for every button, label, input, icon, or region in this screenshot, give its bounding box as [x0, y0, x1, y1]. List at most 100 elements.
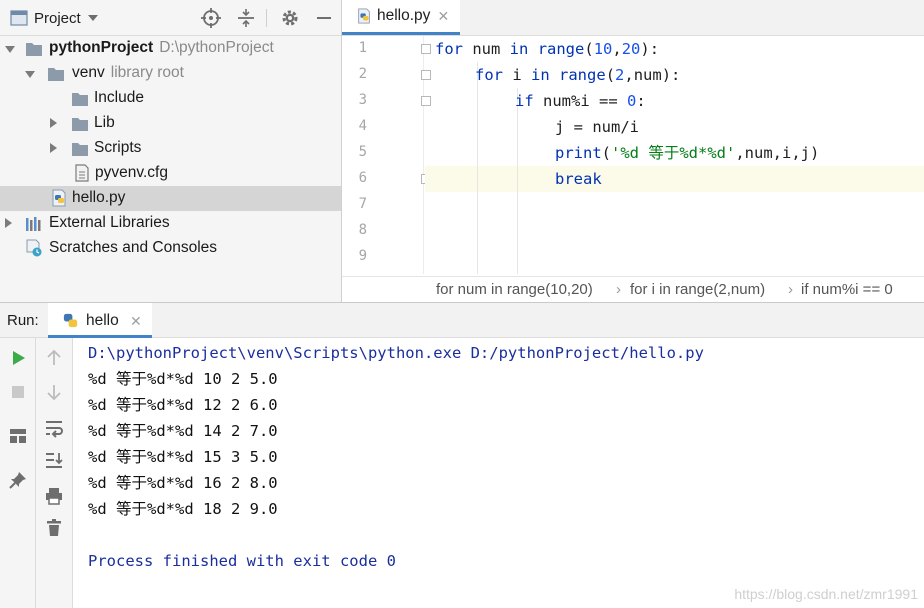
tree-item-scratches[interactable]: Scratches and Consoles: [0, 236, 341, 261]
breadcrumb-item[interactable]: for num in range(10,20): [436, 281, 593, 298]
scratches-icon: [26, 239, 42, 257]
keyword: for: [475, 66, 503, 84]
number-literal: 20: [621, 40, 641, 58]
line-number: 5: [358, 144, 367, 160]
line-number: 7: [358, 196, 367, 212]
tree-item-include[interactable]: Include: [0, 86, 341, 111]
console-line: %d 等于%d*%d 14 2 7.0: [88, 422, 278, 440]
code-line-2: for i in range(2,num):: [475, 62, 924, 88]
folder-icon: [48, 68, 64, 81]
indent-guide: [517, 88, 518, 274]
line-number: 3: [358, 92, 367, 108]
breadcrumb-item[interactable]: for i in range(2,num): [630, 281, 765, 298]
line-number: 4: [358, 118, 367, 134]
code-text: (: [605, 66, 616, 84]
toolbar-divider: [266, 9, 267, 27]
minimize-icon[interactable]: [314, 8, 334, 28]
tree-item-label: venv: [72, 64, 105, 81]
folder-icon: [72, 143, 88, 156]
keyword: in: [531, 66, 550, 84]
chevron-down-icon[interactable]: [4, 43, 16, 55]
run-tab-hello[interactable]: hello ✕: [48, 303, 152, 338]
keyword: if: [515, 92, 534, 110]
project-panel: Project pythonProject D:\pythonProject v…: [0, 0, 342, 302]
indent-guide: [477, 62, 478, 274]
dropdown-arrow-icon[interactable]: [87, 14, 99, 22]
gear-icon[interactable]: [280, 8, 300, 28]
code-text: (: [584, 40, 594, 58]
tree-item-lib[interactable]: Lib: [0, 111, 341, 136]
scroll-to-end-icon[interactable]: [44, 450, 64, 470]
keyword: for: [435, 40, 463, 58]
tab-hello-py[interactable]: hello.py ✕: [342, 0, 460, 35]
tree-item-hello-py[interactable]: hello.py: [0, 186, 341, 211]
code-text: ,num):: [624, 66, 681, 84]
tree-item-external-libraries[interactable]: External Libraries: [0, 211, 341, 236]
tree-item-scripts[interactable]: Scripts: [0, 136, 341, 161]
print-icon[interactable]: [44, 486, 64, 506]
breadcrumb-separator: ›: [616, 281, 621, 298]
config-file-icon: [75, 164, 89, 182]
keyword: in: [509, 40, 529, 58]
chevron-right-icon[interactable]: [47, 117, 59, 129]
code-line-3: if num%i == 0:: [515, 88, 924, 114]
builtin: range: [559, 66, 606, 84]
tree-item-label: Scripts: [94, 139, 142, 156]
code-line-4: j = num/i: [555, 114, 924, 140]
console-line: %d 等于%d*%d 12 2 6.0: [88, 396, 278, 414]
chevron-down-icon[interactable]: [24, 68, 36, 80]
code-text: ,: [612, 40, 622, 58]
keyword: break: [555, 170, 602, 188]
run-label: Run:: [7, 312, 39, 329]
soft-wrap-icon[interactable]: [44, 418, 64, 438]
console-line: %d 等于%d*%d 16 2 8.0: [88, 474, 278, 492]
layout-icon[interactable]: [8, 426, 28, 446]
tree-item-hint: library root: [110, 64, 184, 81]
code-line-1: for num in range(10,20):: [435, 36, 924, 62]
stop-icon[interactable]: [8, 382, 28, 402]
tree-item-pythonproject[interactable]: pythonProject D:\pythonProject: [0, 36, 341, 61]
line-number: 9: [358, 248, 367, 264]
tree-item-label: hello.py: [72, 189, 126, 206]
chevron-right-icon[interactable]: [47, 142, 59, 154]
tree-item-label: External Libraries: [49, 214, 170, 231]
console-line: %d 等于%d*%d 15 3 5.0: [88, 448, 278, 466]
code-area[interactable]: for num in range(10,20): for i in range(…: [425, 36, 924, 274]
console-line: %d 等于%d*%d 18 2 9.0: [88, 500, 278, 518]
run-header: Run: hello ✕: [0, 303, 924, 338]
builtin: print: [555, 144, 602, 162]
tree-item-pyvenv-cfg[interactable]: pyvenv.cfg: [0, 161, 341, 186]
code-text: num%i ==: [533, 92, 627, 110]
libraries-icon: [26, 217, 41, 231]
trash-icon[interactable]: [44, 518, 64, 538]
code-text: (: [601, 144, 612, 162]
python-file-icon: [52, 189, 66, 207]
tree-item-label: Include: [94, 89, 144, 106]
close-icon[interactable]: ✕: [437, 8, 449, 25]
run-icon[interactable]: [8, 348, 28, 368]
code-line-5: print('%d 等于%d*%d',num,i,j): [555, 140, 924, 166]
project-panel-title: Project: [34, 9, 81, 27]
console-output[interactable]: D:\pythonProject\venv\Scripts\python.exe…: [74, 338, 924, 608]
builtin: range: [537, 40, 585, 58]
down-arrow-icon[interactable]: [44, 382, 64, 402]
chevron-right-icon[interactable]: [2, 217, 14, 229]
tree-item-venv[interactable]: venv library root: [0, 61, 341, 86]
breadcrumb-item[interactable]: if num%i == 0: [801, 281, 893, 298]
locate-icon[interactable]: [201, 8, 221, 28]
run-tab-label: hello: [86, 312, 119, 329]
line-number: 8: [358, 222, 367, 238]
up-arrow-icon[interactable]: [44, 348, 64, 368]
collapse-icon[interactable]: [236, 8, 256, 28]
project-view-selector[interactable]: Project: [10, 8, 99, 28]
pin-icon[interactable]: [8, 470, 28, 490]
close-icon[interactable]: ✕: [130, 313, 142, 330]
folder-icon: [72, 93, 88, 106]
console-toolbar: [36, 338, 73, 608]
editor: hello.py ✕ 1 2 3 4 5 6 7 8 9 for num in …: [342, 0, 924, 302]
folder-icon: [26, 43, 42, 56]
number-literal: 0: [627, 92, 637, 110]
python-file-icon: [358, 8, 370, 24]
